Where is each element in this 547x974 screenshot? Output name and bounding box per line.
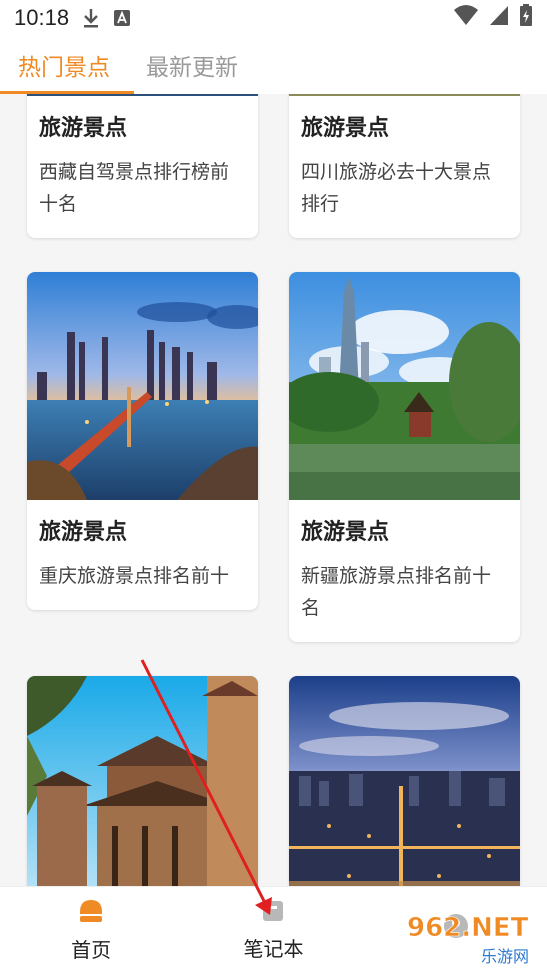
- spot-card[interactable]: 旅游景点 新疆旅游景点排名前十名: [289, 272, 520, 642]
- nav-home[interactable]: 首页: [31, 898, 151, 963]
- card-title: 四川旅游必去十大景点排行: [301, 161, 492, 215]
- home-icon: [78, 898, 104, 928]
- tab-latest-updates[interactable]: 最新更新: [146, 48, 238, 82]
- nav-notebook-label: 笔记本: [243, 937, 304, 961]
- card-category: 旅游景点: [39, 116, 128, 141]
- spot-image: [27, 676, 258, 886]
- spot-card[interactable]: 旅游景点 西藏自驾景点排行榜前十名: [27, 94, 258, 238]
- status-bar: 10:18: [0, 0, 547, 36]
- battery-icon: [519, 3, 533, 33]
- spot-card[interactable]: 旅游景点 重庆旅游景点排名前十: [27, 272, 258, 610]
- spot-image: [289, 676, 520, 886]
- download-icon: [81, 7, 101, 29]
- spot-card[interactable]: 旅游景点 四川旅游必去十大景点排行: [289, 94, 520, 238]
- status-time: 10:18: [14, 5, 70, 30]
- spot-image: [27, 94, 258, 96]
- wifi-icon: [453, 4, 479, 32]
- nav-notebook[interactable]: 笔记本: [213, 899, 333, 962]
- spot-list: 旅游景点 西藏自驾景点排行榜前十名 旅游景点 四川旅游必去十大景点排行 旅游景点…: [0, 94, 547, 886]
- card-category: 旅游景点: [301, 116, 390, 141]
- watermark-logo-text: 962.NET: [407, 913, 529, 943]
- nav-home-label: 首页: [71, 938, 112, 962]
- spot-image: [27, 272, 258, 500]
- spot-image: [289, 94, 520, 96]
- spot-card[interactable]: [289, 676, 520, 886]
- card-title: 重庆旅游景点排名前十: [39, 565, 230, 587]
- card-category: 旅游景点: [39, 520, 128, 545]
- spot-image: [289, 272, 520, 500]
- spot-card[interactable]: [27, 676, 258, 886]
- watermark-logo: 962.NET 乐游网: [407, 913, 529, 966]
- signal-icon: [489, 4, 509, 32]
- tab-bar: 热门景点 最新更新: [0, 36, 547, 94]
- card-title: 西藏自驾景点排行榜前十名: [39, 161, 230, 215]
- card-title: 新疆旅游景点排名前十名: [301, 565, 492, 619]
- notebook-icon: [261, 899, 285, 927]
- card-category: 旅游景点: [301, 520, 390, 545]
- watermark-sub-text: 乐游网: [481, 947, 529, 966]
- tab-hot-spots[interactable]: 热门景点: [18, 48, 110, 82]
- notification-a-icon: [113, 9, 131, 27]
